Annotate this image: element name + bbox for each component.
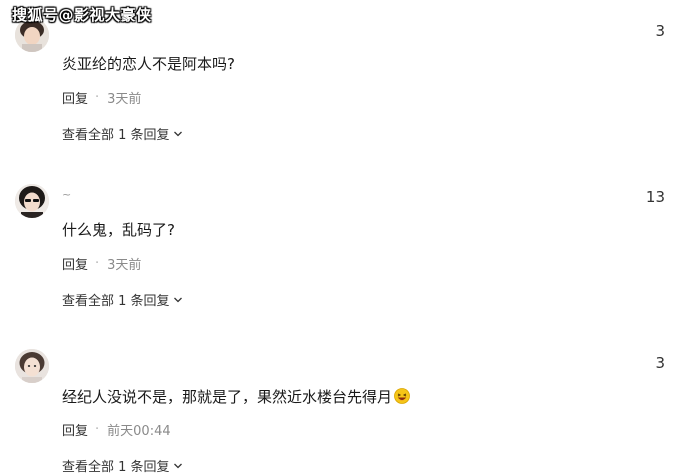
separator-dot: · xyxy=(95,256,100,271)
username[interactable]: ~ xyxy=(62,188,71,201)
chevron-down-icon xyxy=(173,463,182,468)
view-all-replies-label: 查看全部 1 条回复 xyxy=(62,128,170,143)
avatar[interactable] xyxy=(15,349,49,383)
view-all-replies-button[interactable]: 查看全部 1 条回复 xyxy=(62,456,183,475)
reply-button[interactable]: 回复 xyxy=(62,88,88,107)
like-count[interactable]: 3 xyxy=(655,354,665,372)
reply-button[interactable]: 回复 xyxy=(62,254,88,273)
comment-meta: 回复 · 前天00:44 xyxy=(62,420,171,439)
comment-text-body: 经纪人没说不是，那就是了，果然近水楼台先得月 xyxy=(62,388,393,406)
reply-button[interactable]: 回复 xyxy=(62,420,88,439)
view-all-replies-label: 查看全部 1 条回复 xyxy=(62,460,170,475)
watermark: 搜狐号@影视大豪侠 xyxy=(12,6,152,24)
comment-meta: 回复 · 3天前 xyxy=(62,88,141,107)
separator-dot: · xyxy=(95,422,100,437)
timestamp: 3天前 xyxy=(107,258,142,273)
view-all-replies-button[interactable]: 查看全部 1 条回复 xyxy=(62,124,183,143)
view-all-replies-button[interactable]: 查看全部 1 条回复 xyxy=(62,290,183,309)
chevron-down-icon xyxy=(173,131,182,136)
separator-dot: · xyxy=(95,90,100,105)
comment-text: 经纪人没说不是，那就是了，果然近水楼台先得月 xyxy=(62,386,410,407)
comment-item: 3 经纪人没说不是，那就是了，果然近水楼台先得月 回复 · 前天00:44 查看… xyxy=(0,332,673,475)
laughing-emoji-icon xyxy=(394,388,410,404)
view-all-replies-label: 查看全部 1 条回复 xyxy=(62,294,170,309)
comment-meta: 回复 · 3天前 xyxy=(62,254,141,273)
comment-item: ~ 13 什么鬼，乱码了? 回复 · 3天前 查看全部 1 条回复 xyxy=(0,166,673,316)
like-count[interactable]: 13 xyxy=(646,188,665,206)
like-count[interactable]: 3 xyxy=(655,22,665,40)
chevron-down-icon xyxy=(173,297,182,302)
comment-text: 什么鬼，乱码了? xyxy=(62,221,175,239)
comment-text: 炎亚纶的恋人不是阿本吗? xyxy=(62,55,235,73)
timestamp: 3天前 xyxy=(107,92,142,107)
timestamp: 前天00:44 xyxy=(107,424,171,439)
avatar[interactable] xyxy=(15,184,49,218)
